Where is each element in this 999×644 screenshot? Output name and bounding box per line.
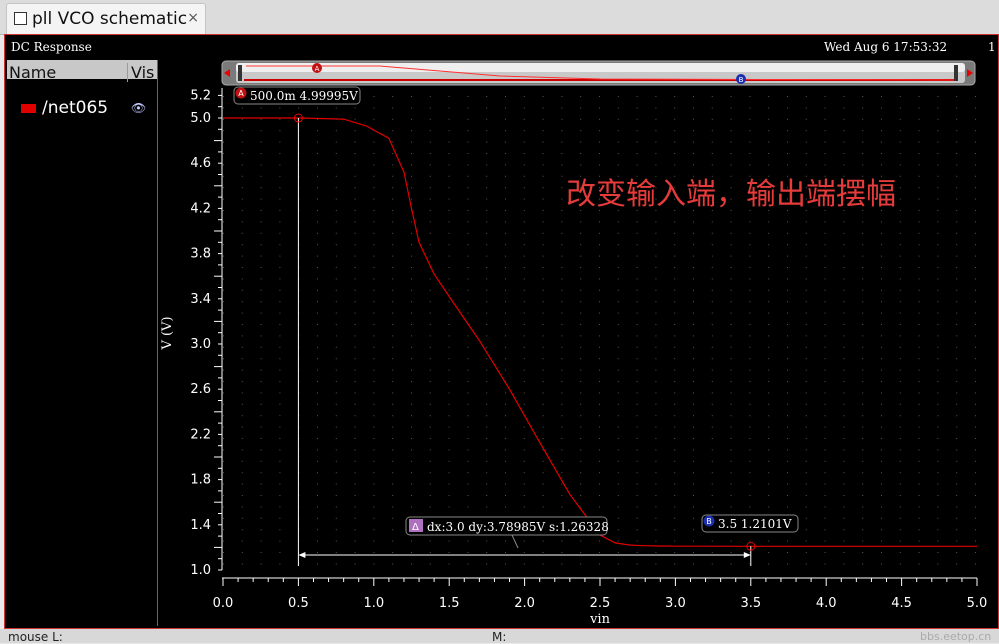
marker-b-label[interactable]: B 3.5 1.2101V — [701, 514, 799, 533]
x-tick-label: 2.0 — [514, 596, 535, 611]
y-tick-label: 1.0 — [190, 563, 211, 578]
marker-a-label-text: 500.0m 4.99995V — [250, 89, 358, 103]
status-bar: mouse L: M: bbs.eetop.cn — [0, 629, 999, 644]
x-tick-label: 0.0 — [213, 596, 234, 611]
y-tick-label: 3.0 — [190, 337, 211, 352]
y-tick-label: 1.8 — [190, 473, 211, 488]
y-tick-label: 4.2 — [190, 201, 211, 216]
plot-area[interactable] — [223, 96, 977, 570]
x-tick-label: 0.5 — [288, 596, 309, 611]
x-tick-label: 1.5 — [439, 596, 460, 611]
marker-a-label-badge-letter: A — [238, 89, 244, 98]
x-tick-label: 1.0 — [363, 596, 384, 611]
y-tick-label: 5.2 — [190, 88, 211, 103]
annotation-text: 改变输入端，输出端摆幅 — [566, 177, 896, 212]
y-tick-label: 3.8 — [190, 247, 211, 262]
delta-text: dx:3.0 dy:3.78985V s:1.26328 — [427, 520, 609, 534]
x-tick-label: 5.0 — [967, 596, 988, 611]
x-tick-label: 3.0 — [665, 596, 686, 611]
delta-badge-letter: Δ — [412, 522, 419, 533]
status-mid: M: — [492, 630, 507, 644]
x-tick-label: 4.5 — [891, 596, 912, 611]
y-axis: 1.0 1.4 1.8 2.2 2.6 3.0 3.4 3.8 4.2 4.6 5.0 5.2 — [190, 88, 223, 578]
x-axis: 0.0 0.5 1.0 1.5 2.0 2.5 3.0 3.5 4.0 4.5 5.0 — [213, 577, 988, 611]
y-axis-label: V (V) — [160, 316, 175, 350]
y-tick-label: 1.4 — [190, 518, 211, 533]
x-tick-label: 4.0 — [816, 596, 837, 611]
y-tick-label: 3.4 — [190, 292, 211, 307]
x-tick-label: 2.5 — [590, 596, 611, 611]
scroll-marker-a-letter: A — [315, 65, 320, 73]
marker-a-label[interactable]: A 500.0m 4.99995V — [233, 86, 361, 105]
marker-b-label-text: 3.5 1.2101V — [718, 517, 792, 531]
scroll-handle-right[interactable] — [954, 65, 958, 81]
scroll-handle-left[interactable] — [238, 65, 242, 81]
status-right: bbs.eetop.cn — [920, 630, 992, 643]
status-left: mouse L: — [8, 630, 63, 644]
y-tick-label: 5.0 — [190, 111, 211, 126]
dc-response-plot[interactable]: AB 1.01.41.82.22.63.03.43.84.24.65.05.2 … — [0, 0, 999, 643]
scroll-marker-b-letter: B — [739, 76, 744, 84]
marker-b-label-badge-letter: B — [706, 517, 712, 526]
y-tick-label: 4.6 — [190, 156, 211, 171]
y-tick-label: 2.2 — [190, 427, 211, 442]
x-range-scrollbar[interactable]: AB — [221, 60, 976, 86]
x-tick-label: 3.5 — [740, 596, 761, 611]
y-tick-label: 2.6 — [190, 382, 211, 397]
x-axis-label: vin — [589, 612, 611, 627]
